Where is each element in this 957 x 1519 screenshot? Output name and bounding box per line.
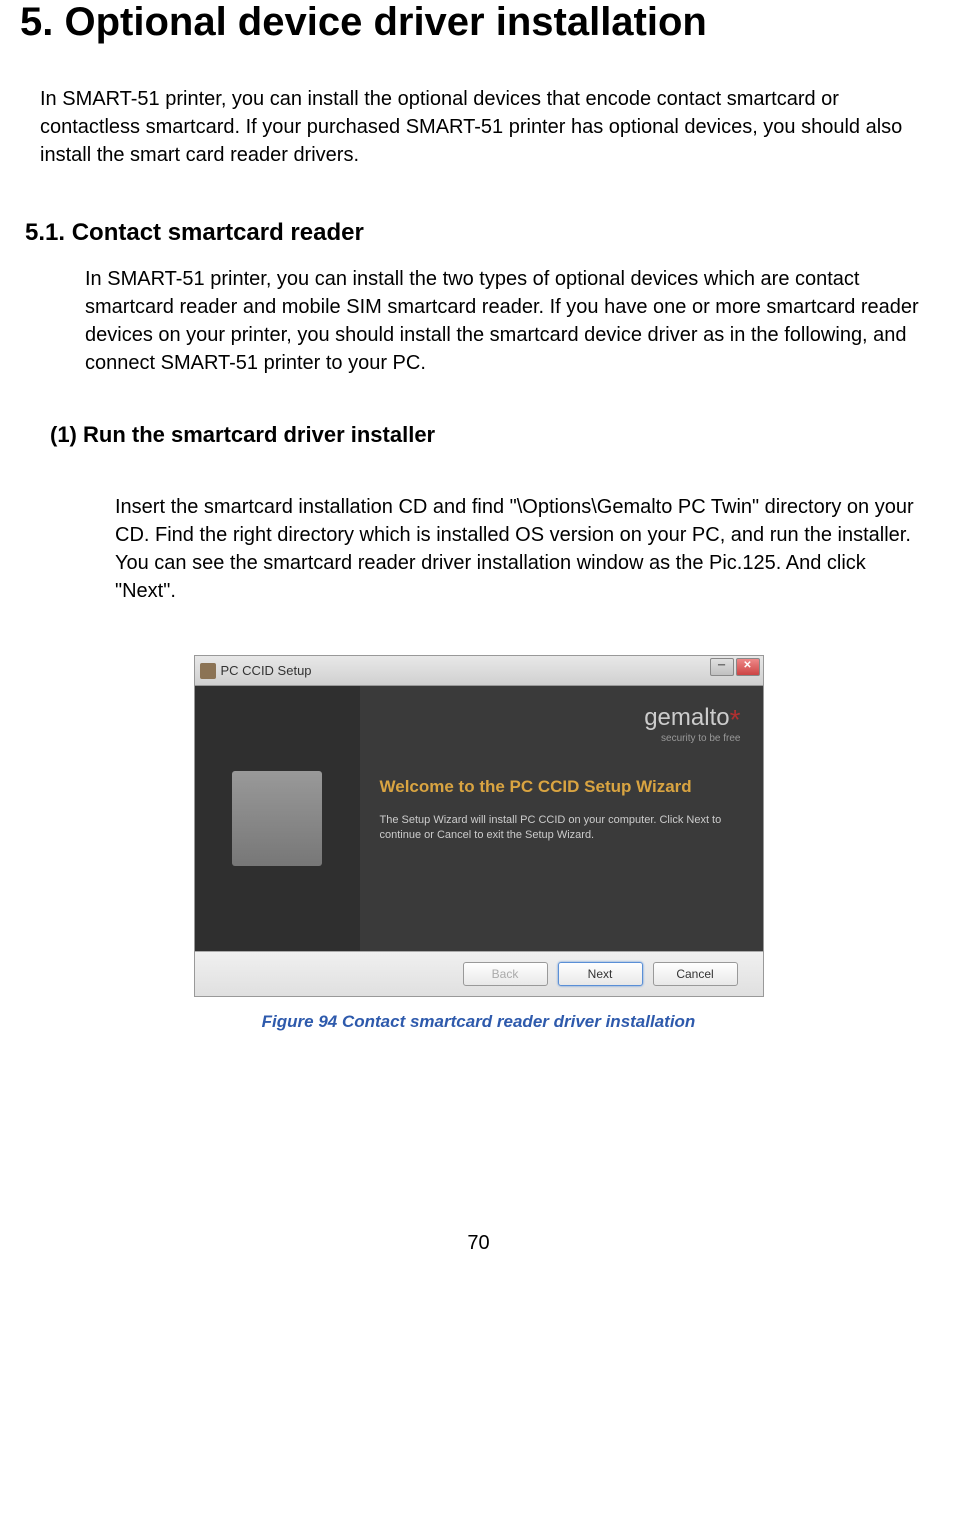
minimize-button[interactable]: ─	[710, 658, 734, 676]
close-button[interactable]: ✕	[736, 658, 760, 676]
section-paragraph: In SMART-51 printer, you can install the…	[85, 265, 927, 377]
window-title-bar: PC CCID Setup ─ ✕	[195, 656, 763, 686]
figure-caption: Figure 94 Contact smartcard reader drive…	[20, 1012, 937, 1032]
wizard-welcome-title: Welcome to the PC CCID Setup Wizard	[380, 776, 743, 798]
brand-logo: gemalto* security to be free	[644, 704, 740, 744]
intro-paragraph: In SMART-51 printer, you can install the…	[40, 85, 937, 169]
page-number: 70	[20, 1232, 937, 1275]
chapter-heading: 5. Optional device driver installation	[20, 0, 937, 45]
section-heading: 5.1. Contact smartcard reader	[25, 219, 937, 247]
wizard-right-panel: gemalto* security to be free Welcome to …	[360, 686, 763, 951]
next-button[interactable]: Next	[558, 962, 643, 986]
window-body: gemalto* security to be free Welcome to …	[195, 686, 763, 996]
brand-name: gemalto*	[644, 704, 740, 736]
installer-window-screenshot: PC CCID Setup ─ ✕ gemalto* security to b…	[194, 655, 764, 997]
subsection-paragraph: Insert the smartcard installation CD and…	[115, 493, 932, 605]
wizard-graphic	[232, 771, 322, 866]
wizard-left-panel	[195, 686, 360, 951]
back-button: Back	[463, 962, 548, 986]
subsection-heading: (1) Run the smartcard driver installer	[50, 422, 937, 448]
wizard-welcome-description: The Setup Wizard will install PC CCID on…	[380, 813, 743, 844]
cancel-button[interactable]: Cancel	[653, 962, 738, 986]
wizard-button-bar: Back Next Cancel	[195, 951, 763, 996]
window-title: PC CCID Setup	[221, 663, 312, 678]
window-content: gemalto* security to be free Welcome to …	[195, 686, 763, 951]
installer-icon	[200, 663, 216, 679]
window-controls: ─ ✕	[710, 658, 760, 676]
